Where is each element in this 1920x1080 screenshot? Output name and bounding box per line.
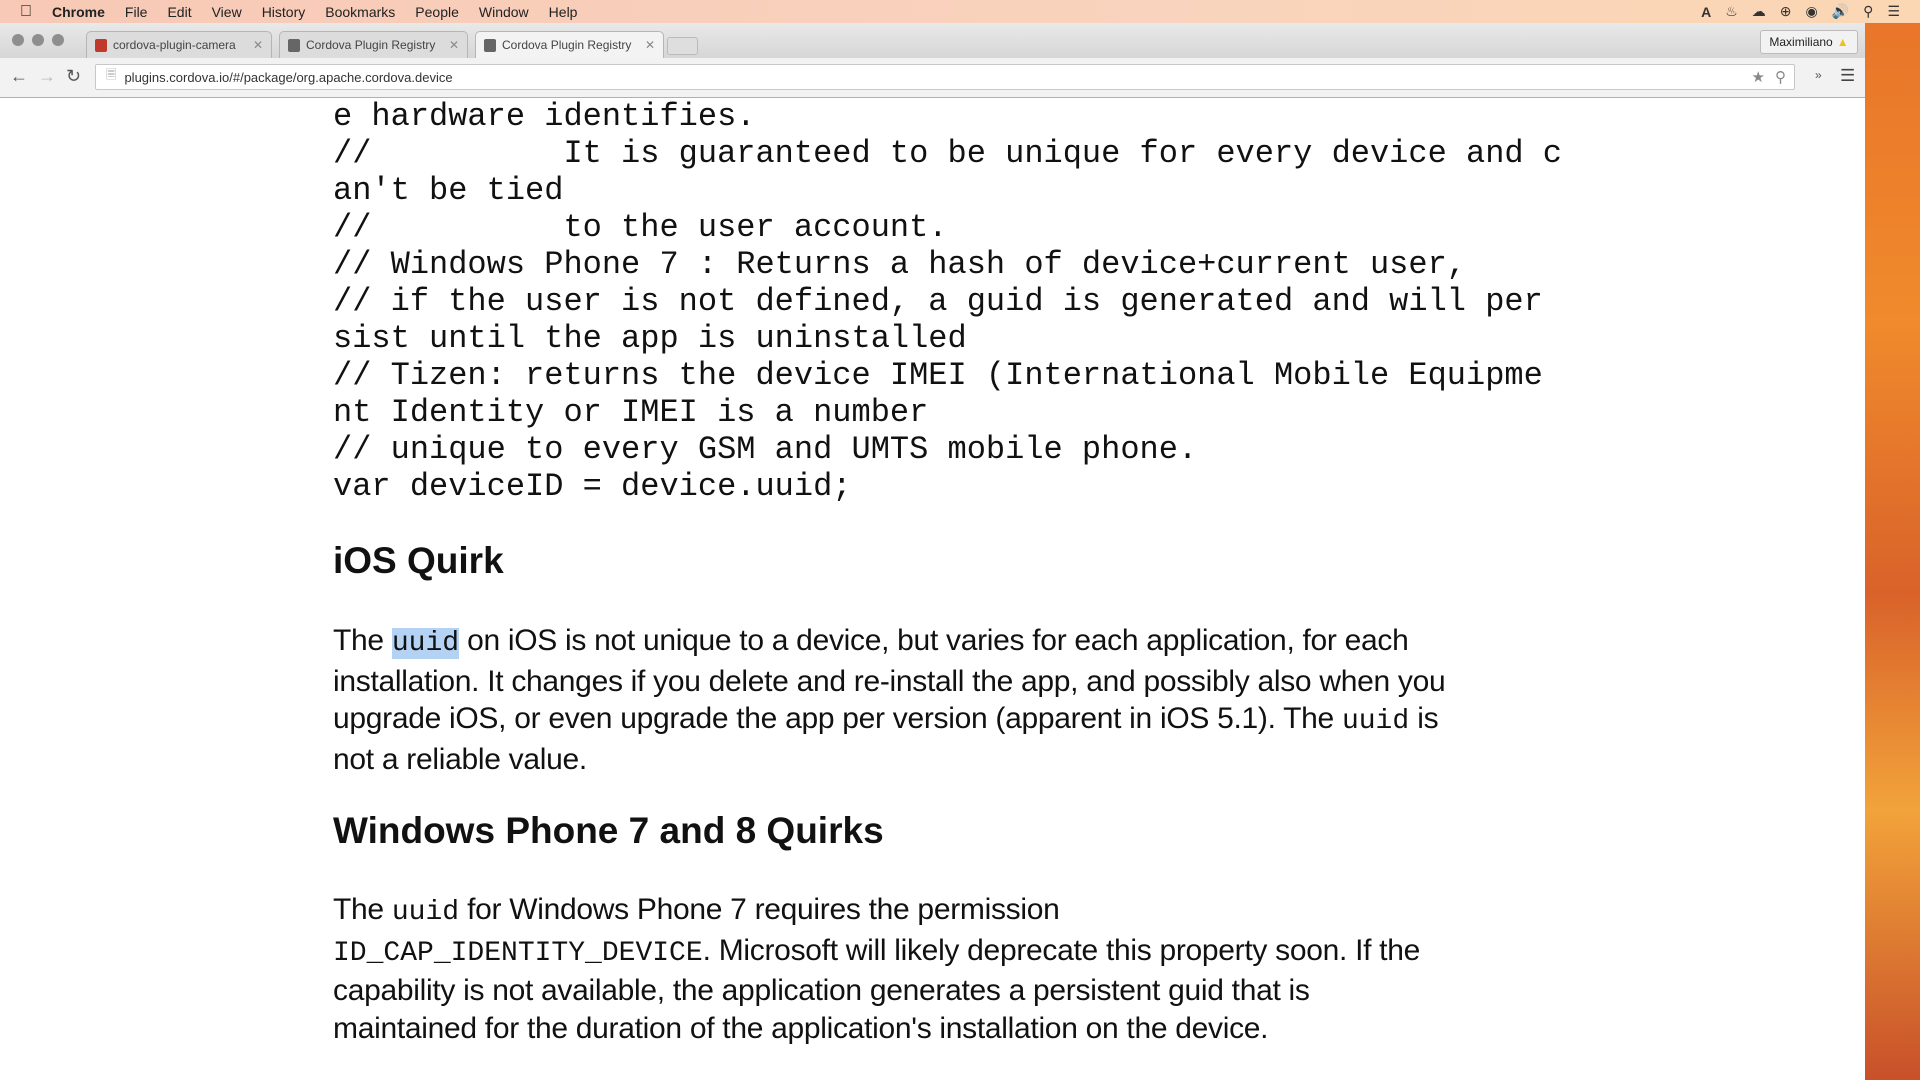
search-icon[interactable]: ⚲ (1775, 68, 1786, 86)
profile-button[interactable]: Maximiliano ▲ (1760, 30, 1858, 54)
paragraph-line: The uuid for Windows Phone 7 requires th… (333, 891, 1420, 932)
tab-title: cordova-plugin-camera (113, 38, 236, 52)
inline-code: ID_CAP_IDENTITY_DEVICE (333, 937, 703, 969)
close-tab-icon[interactable]: ✕ (645, 38, 655, 52)
inline-code: uuid (391, 628, 460, 659)
text-run: maintained for the duration of the appli… (333, 1011, 1269, 1045)
reload-icon[interactable]: ↻ (66, 66, 81, 87)
text-run: not a reliable value. (333, 742, 587, 776)
tab-cordova-plugin-registry[interactable]: Cordova Plugin Registry ✕ (279, 31, 468, 58)
close-tab-icon[interactable]: ✕ (449, 38, 459, 52)
notification-bell-icon[interactable]: ♨ (1725, 3, 1738, 20)
code-line: e hardware identifies. (333, 98, 756, 135)
paragraph-line: not a reliable value. (333, 741, 1445, 779)
text-run: for Windows Phone 7 requires the permiss… (459, 893, 1060, 926)
code-line: // unique to every GSM and UMTS mobile p… (333, 431, 1198, 468)
paragraph-line: The uuid on iOS is not unique to a devic… (333, 622, 1445, 663)
code-line: // It is guaranteed to be unique for eve… (333, 135, 1562, 172)
apple-icon[interactable]:  (20, 3, 32, 21)
text-run: The (333, 624, 392, 657)
code-line: an't be tied (333, 172, 564, 209)
menu-bookmarks[interactable]: Bookmarks (325, 4, 395, 20)
app-status-icon[interactable]: ◉ (1806, 3, 1818, 20)
tab-bar: cordova-plugin-camera ✕ Cordova Plugin R… (0, 23, 1865, 58)
paragraph-windows-phone-quirks: The uuid for Windows Phone 7 requires th… (333, 891, 1420, 1047)
paragraph-line: ID_CAP_IDENTITY_DEVICE. Microsoft will l… (333, 932, 1420, 973)
close-tab-icon[interactable]: ✕ (253, 38, 263, 52)
tab-title: Cordova Plugin Registry (306, 38, 436, 52)
chrome-menu-icon[interactable]: ☰ (1840, 66, 1855, 86)
npm-favicon-icon (95, 38, 107, 52)
spotlight-search-icon[interactable]: ⚲ (1863, 3, 1873, 20)
inline-code: uuid (1341, 706, 1410, 737)
back-arrow-icon[interactable]: ← (10, 66, 28, 87)
text-run: capability is not available, the applica… (333, 974, 1310, 1007)
menu-app-chrome[interactable]: Chrome (52, 4, 105, 20)
address-bar[interactable]: 🗏 plugins.cordova.io/#/package/org.apach… (95, 64, 1795, 90)
inline-code: uuid (391, 897, 460, 928)
desktop-background (1865, 0, 1920, 1080)
paragraph-line: installation. It changes if you delete a… (333, 663, 1446, 701)
page-content: e hardware identifies.// It is guarantee… (0, 98, 1865, 1080)
new-tab-button[interactable] (667, 37, 698, 55)
text-run: upgrade iOS, or even upgrade the app per… (333, 702, 1342, 735)
minimize-window-button[interactable] (32, 34, 44, 46)
code-line: sist until the app is uninstalled (333, 320, 967, 357)
browser-window: cordova-plugin-camera ✕ Cordova Plugin R… (0, 23, 1865, 1080)
bookmark-star-icon[interactable]: ★ (1752, 68, 1765, 86)
code-line: // if the user is not defined, a guid is… (333, 283, 1543, 320)
forward-arrow-icon[interactable]: → (38, 66, 56, 87)
paragraph-ios-quirk: The uuid on iOS is not unique to a devic… (333, 622, 1446, 779)
code-line: // to the user account. (333, 209, 948, 246)
close-window-button[interactable] (12, 34, 24, 46)
volume-icon[interactable]: 🔊 (1832, 3, 1849, 20)
text-run: on iOS is not unique to a device, but va… (459, 624, 1409, 657)
paragraph-line: maintained for the duration of the appli… (333, 1010, 1420, 1048)
notification-center-icon[interactable]: ☰ (1887, 3, 1900, 20)
page-icon: 🗏 (106, 67, 117, 82)
cordova-favicon-icon (288, 38, 300, 52)
menu-history[interactable]: History (262, 4, 306, 20)
zoom-window-button[interactable] (52, 34, 64, 46)
heading-ios-quirk: iOS Quirk (333, 540, 504, 581)
tab-cordova-plugin-registry-active[interactable]: Cordova Plugin Registry ✕ (475, 31, 664, 58)
paragraph-line: capability is not available, the applica… (333, 972, 1420, 1010)
code-line: nt Identity or IMEI is a number (333, 394, 929, 431)
tab-title: Cordova Plugin Registry (502, 38, 632, 52)
menu-edit[interactable]: Edit (167, 4, 191, 20)
text-run: . Microsoft will likely deprecate this p… (702, 933, 1421, 967)
sync-icon[interactable]: ⊕ (1780, 3, 1792, 20)
mac-menubar:  Chrome File Edit View History Bookmark… (0, 0, 1920, 23)
address-url[interactable]: plugins.cordova.io/#/package/org.apache.… (124, 70, 452, 85)
text-run: is (1409, 702, 1439, 735)
adobe-icon[interactable]: A (1701, 4, 1711, 20)
cloud-icon[interactable]: ☁ (1752, 3, 1766, 20)
cordova-favicon-icon (484, 38, 496, 52)
code-line: var deviceID = device.uuid; (333, 468, 852, 505)
browser-toolbar: ← → ↻ 🗏 plugins.cordova.io/#/package/org… (0, 58, 1865, 98)
paragraph-line: upgrade iOS, or even upgrade the app per… (333, 700, 1445, 741)
code-line: // Tizen: returns the device IMEI (Inter… (333, 357, 1543, 394)
profile-name: Maximiliano (1769, 35, 1833, 49)
menu-file[interactable]: File (125, 4, 148, 20)
menu-window[interactable]: Window (479, 4, 529, 20)
menu-help[interactable]: Help (549, 4, 578, 20)
code-line: // Windows Phone 7 : Returns a hash of d… (333, 246, 1466, 283)
status-icons: A ♨ ☁ ⊕ ◉ 🔊 ⚲ ☰ (1701, 0, 1900, 23)
warning-icon: ▲ (1836, 35, 1849, 49)
menu-view[interactable]: View (212, 4, 242, 20)
text-run: installation. It changes if you delete a… (333, 664, 1446, 698)
menu-people[interactable]: People (415, 4, 459, 20)
heading-windows-phone-quirks: Windows Phone 7 and 8 Quirks (333, 810, 884, 851)
extensions-overflow-icon[interactable]: » (1815, 68, 1822, 82)
tab-cordova-plugin-camera[interactable]: cordova-plugin-camera ✕ (86, 31, 272, 58)
text-run: The (333, 893, 392, 926)
code-block: e hardware identifies.// It is guarantee… (333, 98, 1562, 505)
